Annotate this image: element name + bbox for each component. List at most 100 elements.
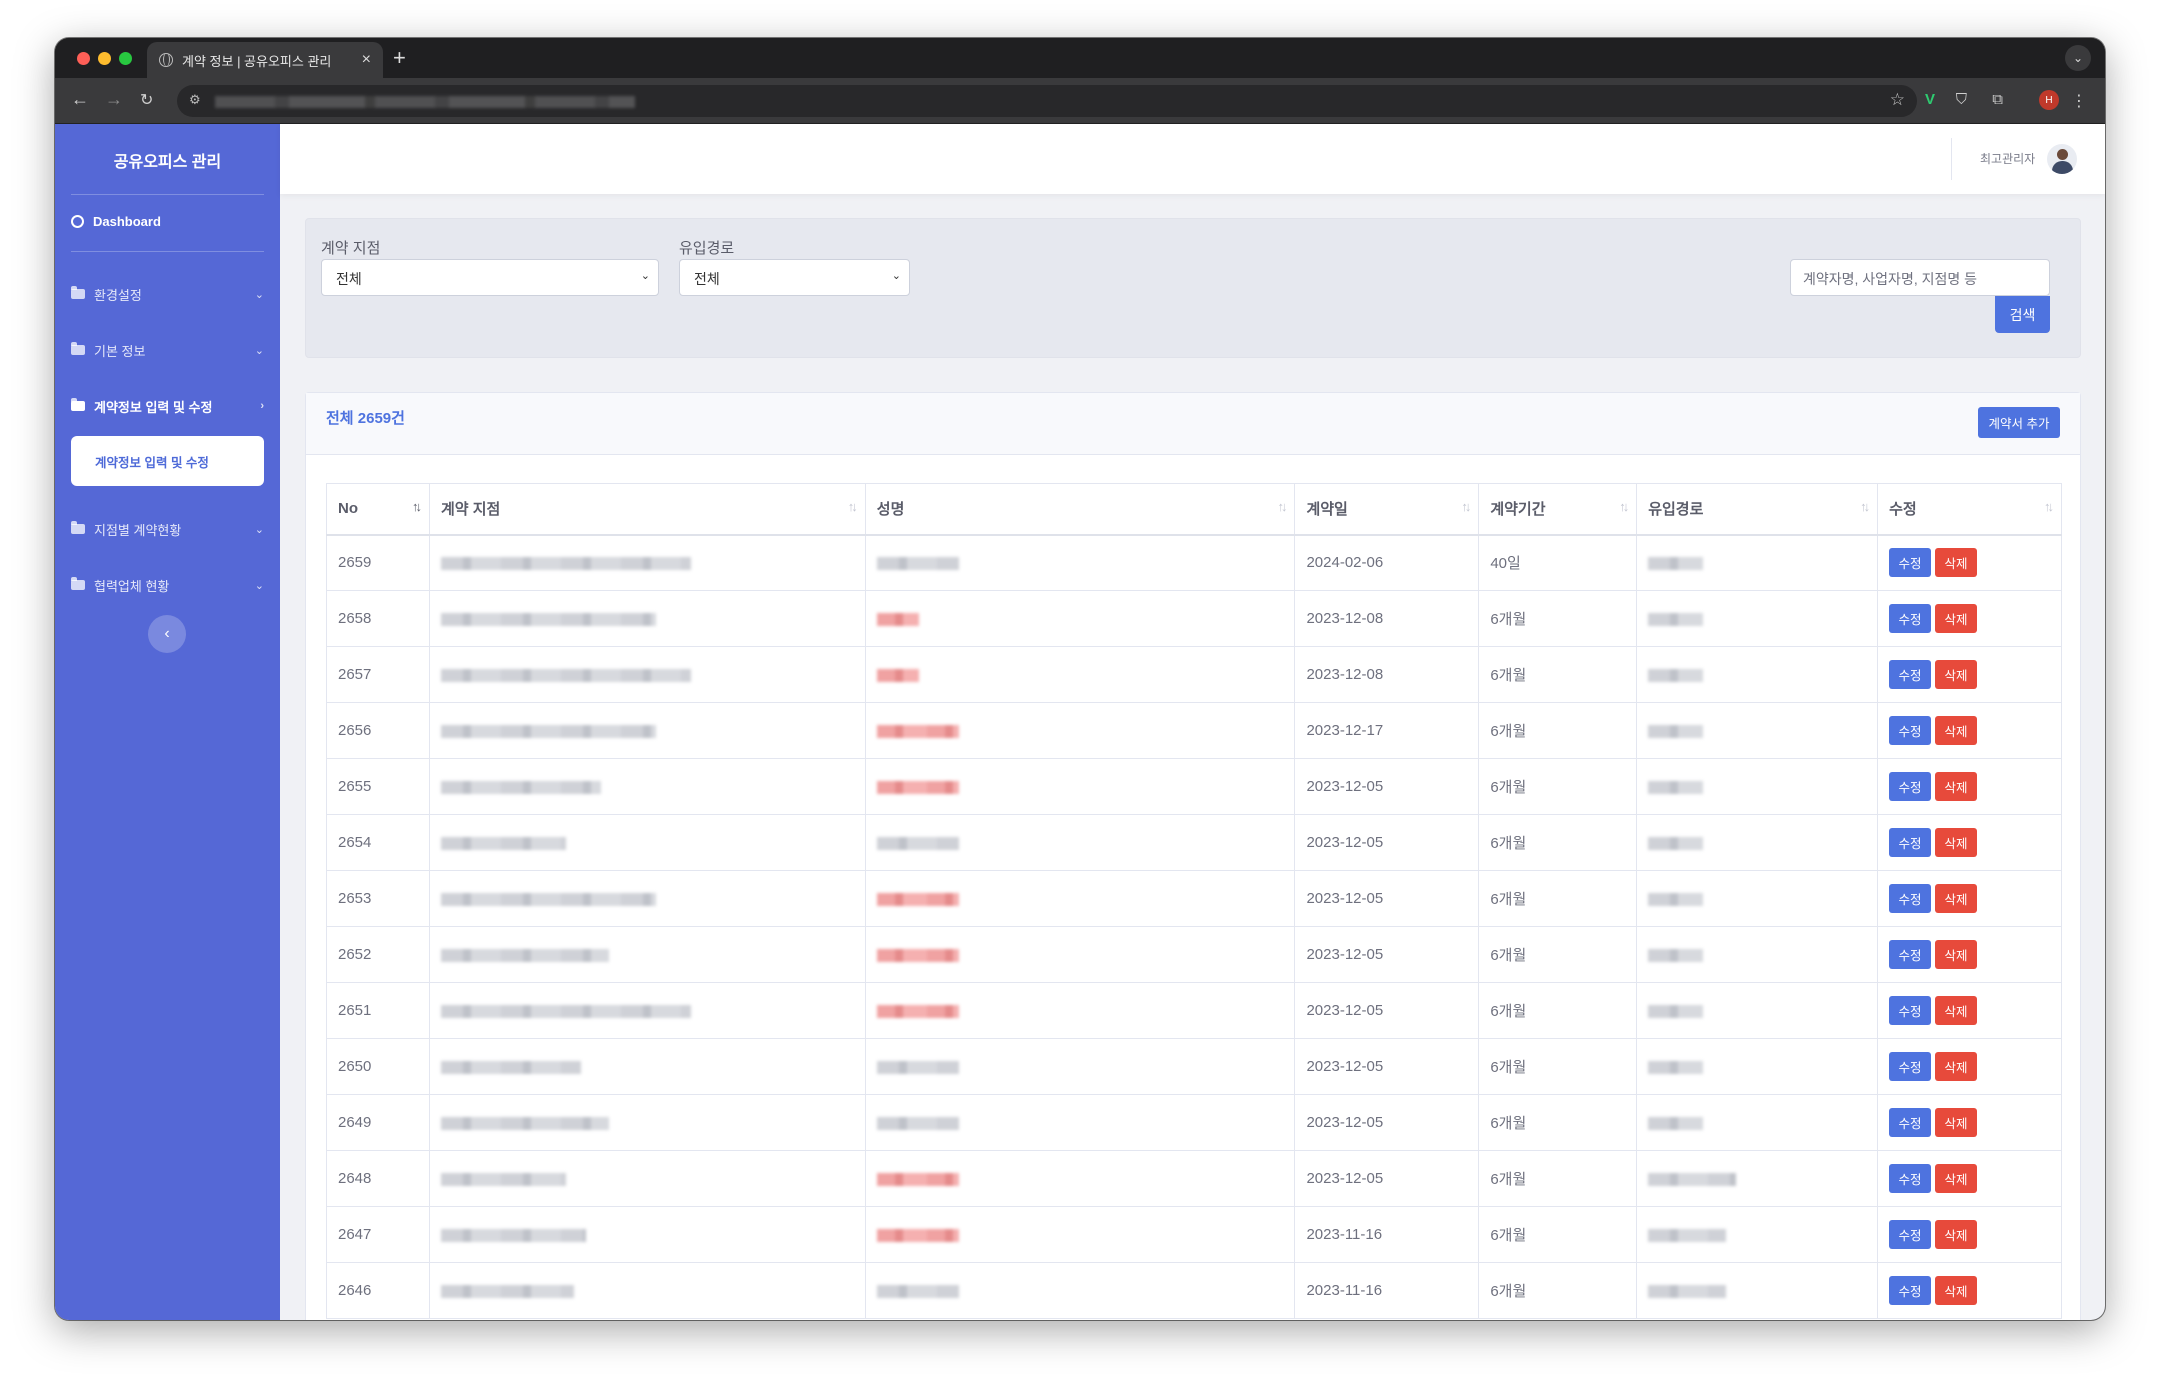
browser-menu-icon[interactable]: ⋮ bbox=[2071, 91, 2087, 111]
delete-button[interactable]: 삭제 bbox=[1935, 772, 1978, 801]
branch-select[interactable]: 전체 ⌄ bbox=[321, 259, 659, 296]
sidebar-collapse-button[interactable]: ‹ bbox=[148, 615, 186, 653]
cell-actions: 수정 삭제 bbox=[1877, 926, 2062, 983]
column-header-channel[interactable]: 유입경로 ↑↓ bbox=[1636, 483, 1879, 536]
edit-button[interactable]: 수정 bbox=[1889, 660, 1932, 689]
close-tab-icon[interactable]: × bbox=[362, 51, 371, 69]
table-row: 2659 2024-02-06 40일 수정 삭제 bbox=[326, 534, 2062, 591]
redacted-channel bbox=[1648, 668, 1704, 682]
profile-avatar[interactable]: H bbox=[2039, 90, 2059, 110]
cell-date: 2023-12-05 bbox=[1294, 1150, 1480, 1207]
table-header-row: No ↑↓ 계약 지점 ↑↓ 성명 ↑↓ 계약일 ↑↓ 계약기간 ↑↓ 유입경로 ↑↓ 수정… bbox=[326, 483, 2062, 536]
extension-shield-icon[interactable]: ⛉ bbox=[1956, 91, 1967, 108]
tab-search-icon[interactable]: ⌄ bbox=[2065, 45, 2091, 71]
cell-period: 40일 bbox=[1478, 534, 1638, 591]
redacted-name bbox=[876, 1172, 959, 1186]
cell-period: 6개월 bbox=[1478, 1094, 1638, 1151]
cell-no: 2649 bbox=[326, 1094, 430, 1151]
search-input[interactable]: 계약자명, 사업자명, 지점명 등 bbox=[1790, 259, 2050, 296]
column-header-period[interactable]: 계약기간 ↑↓ bbox=[1478, 483, 1638, 536]
column-header-date[interactable]: 계약일 ↑↓ bbox=[1294, 483, 1480, 536]
sidebar-item-contract-edit[interactable]: 계약정보 입력 및 수정 › bbox=[71, 393, 264, 419]
delete-button[interactable]: 삭제 bbox=[1935, 1052, 1978, 1081]
user-name[interactable]: 최고관리자 bbox=[1980, 150, 2035, 167]
edit-button[interactable]: 수정 bbox=[1889, 604, 1932, 633]
column-header-edit[interactable]: 수정 ↑↓ bbox=[1877, 483, 2062, 536]
redacted-branch bbox=[440, 1228, 586, 1242]
search-button[interactable]: 검색 bbox=[1995, 296, 2050, 333]
edit-button[interactable]: 수정 bbox=[1889, 1220, 1932, 1249]
edit-button[interactable]: 수정 bbox=[1889, 884, 1932, 913]
extension-v-icon[interactable]: V bbox=[1925, 91, 1935, 108]
channel-select[interactable]: 전체 ⌄ bbox=[679, 259, 910, 296]
delete-button[interactable]: 삭제 bbox=[1935, 716, 1978, 745]
delete-button[interactable]: 삭제 bbox=[1935, 884, 1978, 913]
new-tab-button[interactable]: + bbox=[393, 45, 406, 71]
cell-no: 2655 bbox=[326, 758, 430, 815]
table-row: 2652 2023-12-05 6개월 수정 삭제 bbox=[326, 926, 2062, 983]
maximize-window-button[interactable] bbox=[119, 52, 132, 65]
sidebar-item-partners[interactable]: 협력업체 현황 ⌄ bbox=[71, 572, 264, 598]
forward-icon[interactable]: → bbox=[105, 89, 123, 110]
url-field[interactable]: ⚙ ☆ bbox=[177, 85, 1917, 117]
sidebar-item-settings[interactable]: 환경설정 ⌄ bbox=[71, 281, 264, 307]
edit-button[interactable]: 수정 bbox=[1889, 828, 1932, 857]
cell-channel bbox=[1636, 1038, 1879, 1095]
cell-name bbox=[864, 646, 1296, 703]
column-header-name[interactable]: 성명 ↑↓ bbox=[864, 483, 1296, 536]
delete-button[interactable]: 삭제 bbox=[1935, 1276, 1978, 1305]
brand-title[interactable]: 공유오피스 관리 bbox=[55, 148, 280, 172]
edit-button[interactable]: 수정 bbox=[1889, 1108, 1932, 1137]
cell-channel bbox=[1636, 1262, 1879, 1319]
avatar[interactable] bbox=[2047, 144, 2077, 174]
cell-period: 6개월 bbox=[1478, 982, 1638, 1039]
column-header-branch[interactable]: 계약 지점 ↑↓ bbox=[428, 483, 866, 536]
delete-button[interactable]: 삭제 bbox=[1935, 940, 1978, 969]
sidebar-subitem-contract-edit[interactable]: 계약정보 입력 및 수정 bbox=[71, 436, 264, 486]
edit-button[interactable]: 수정 bbox=[1889, 716, 1932, 745]
delete-button[interactable]: 삭제 bbox=[1935, 548, 1978, 578]
delete-button[interactable]: 삭제 bbox=[1935, 604, 1978, 633]
add-contract-button[interactable]: 계약서 추가 bbox=[1978, 407, 2060, 438]
redacted-channel bbox=[1648, 948, 1704, 962]
cell-date: 2024-02-06 bbox=[1294, 534, 1480, 591]
cell-branch bbox=[428, 1262, 866, 1319]
minimize-window-button[interactable] bbox=[98, 52, 111, 65]
delete-button[interactable]: 삭제 bbox=[1935, 1108, 1978, 1137]
delete-button[interactable]: 삭제 bbox=[1935, 660, 1978, 689]
delete-button[interactable]: 삭제 bbox=[1935, 1220, 1978, 1249]
folder-open-icon bbox=[71, 398, 85, 411]
edit-button[interactable]: 수정 bbox=[1889, 1164, 1932, 1193]
table-row: 2651 2023-12-05 6개월 수정 삭제 bbox=[326, 982, 2062, 1039]
edit-button[interactable]: 수정 bbox=[1889, 940, 1932, 969]
column-header-no[interactable]: No ↑↓ bbox=[326, 483, 430, 536]
sidebar-item-basic-info[interactable]: 기본 정보 ⌄ bbox=[71, 337, 264, 363]
table-body: 2659 2024-02-06 40일 수정 삭제 2658 2023-12-08 6개월 수정… bbox=[326, 534, 2062, 1319]
total-count: 전체 2659건 bbox=[326, 410, 405, 427]
delete-button[interactable]: 삭제 bbox=[1935, 828, 1978, 857]
cell-channel bbox=[1636, 590, 1879, 647]
cell-period: 6개월 bbox=[1478, 646, 1638, 703]
sidebar-item-branch-contracts[interactable]: 지점별 계약현황 ⌄ bbox=[71, 516, 264, 542]
sort-icon: ↑↓ bbox=[1277, 499, 1287, 514]
edit-button[interactable]: 수정 bbox=[1889, 772, 1932, 801]
edit-button[interactable]: 수정 bbox=[1889, 548, 1932, 578]
sidebar-item-dashboard[interactable]: Dashboard bbox=[71, 208, 264, 234]
cell-date: 2023-12-08 bbox=[1294, 646, 1480, 703]
delete-button[interactable]: 삭제 bbox=[1935, 996, 1978, 1025]
site-settings-icon[interactable]: ⚙ bbox=[189, 92, 207, 110]
edit-button[interactable]: 수정 bbox=[1889, 1052, 1932, 1081]
sidebar-item-label: Dashboard bbox=[93, 213, 161, 229]
browser-tab[interactable]: 계약 정보 | 공유오피스 관리 × bbox=[147, 42, 383, 78]
extensions-puzzle-icon[interactable]: ⧉ bbox=[1992, 91, 2003, 108]
cell-branch bbox=[428, 814, 866, 871]
close-window-button[interactable] bbox=[77, 52, 90, 65]
cell-branch bbox=[428, 982, 866, 1039]
back-icon[interactable]: ← bbox=[71, 89, 89, 110]
edit-button[interactable]: 수정 bbox=[1889, 1276, 1932, 1305]
delete-button[interactable]: 삭제 bbox=[1935, 1164, 1978, 1193]
cell-period: 6개월 bbox=[1478, 814, 1638, 871]
bookmark-star-icon[interactable]: ☆ bbox=[1890, 90, 1905, 110]
reload-icon[interactable]: ↻ bbox=[140, 90, 153, 110]
edit-button[interactable]: 수정 bbox=[1889, 996, 1932, 1025]
